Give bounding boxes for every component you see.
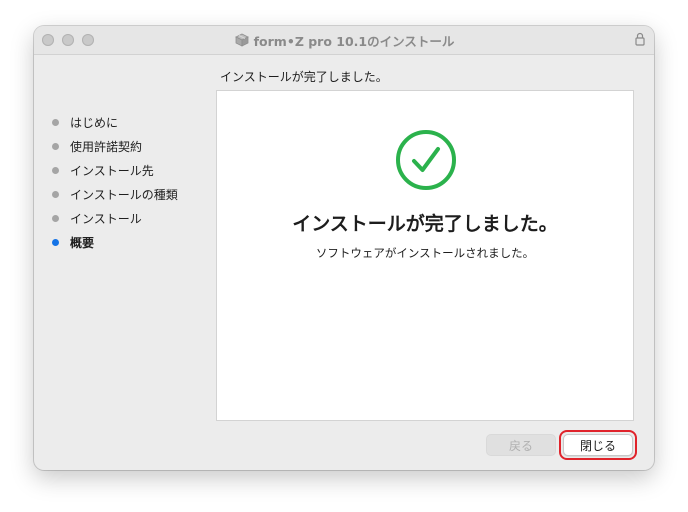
step-dot-icon bbox=[52, 190, 59, 198]
step-label: インストール先 bbox=[70, 163, 154, 178]
step-license: 使用許諾契約 bbox=[52, 134, 212, 158]
package-icon bbox=[234, 33, 249, 47]
close-button[interactable]: 閉じる bbox=[563, 434, 633, 456]
checkmark-circle-icon bbox=[396, 130, 456, 190]
success-message: ソフトウェアがインストールされました。 bbox=[315, 246, 535, 260]
step-label: インストール bbox=[70, 211, 142, 226]
step-summary: 概要 bbox=[52, 230, 212, 254]
window-title-group: form•Z pro 10.1のインストール bbox=[34, 26, 654, 54]
step-installation-type: インストールの種類 bbox=[52, 182, 212, 206]
step-label: はじめに bbox=[70, 115, 119, 130]
window-title: form•Z pro 10.1のインストール bbox=[253, 33, 455, 49]
step-dot-icon bbox=[52, 166, 59, 174]
step-dot-icon bbox=[52, 238, 59, 246]
installer-steps: はじめに 使用許諾契約 インストール先 インストールの種類 インストール 概要 bbox=[52, 110, 212, 254]
step-dot-icon bbox=[52, 118, 59, 126]
installer-window: form•Z pro 10.1のインストール インストールが完了しました。 はじ… bbox=[34, 26, 654, 470]
step-destination: インストール先 bbox=[52, 158, 212, 182]
back-button[interactable]: 戻る bbox=[486, 434, 556, 456]
step-introduction: はじめに bbox=[52, 110, 212, 134]
lock-icon bbox=[635, 32, 645, 46]
page-heading: インストールが完了しました。 bbox=[220, 70, 388, 84]
step-label: インストールの種類 bbox=[70, 187, 178, 202]
content-pane: インストールが完了しました。 ソフトウェアがインストールされました。 bbox=[216, 90, 634, 421]
step-label: 概要 bbox=[70, 235, 95, 250]
success-title: インストールが完了しました。 bbox=[292, 213, 558, 235]
step-dot-icon bbox=[52, 142, 59, 150]
step-dot-icon bbox=[52, 214, 59, 222]
title-bar[interactable]: form•Z pro 10.1のインストール bbox=[34, 26, 654, 55]
step-installation: インストール bbox=[52, 206, 212, 230]
step-label: 使用許諾契約 bbox=[70, 139, 143, 154]
